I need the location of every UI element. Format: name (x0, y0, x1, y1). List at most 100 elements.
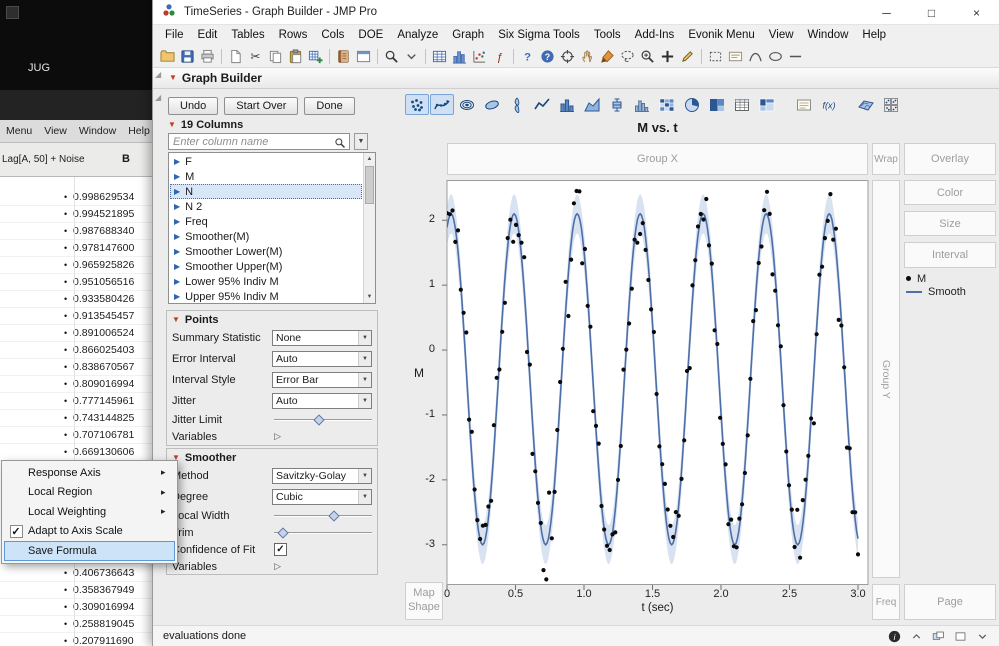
jitter-select[interactable]: Auto ▼ (272, 392, 372, 409)
y-axis-title[interactable]: M (414, 366, 424, 380)
column-item-m[interactable]: ▶ M (170, 169, 362, 184)
smoother-section-header[interactable]: ▼ Smoother (167, 449, 377, 465)
points-variables-disclosure[interactable]: ▷ (274, 431, 281, 442)
box-plot-element-icon[interactable] (605, 94, 629, 115)
new-page-icon[interactable] (226, 47, 245, 66)
menu-item-local-weighting[interactable]: Local Weighting ▸ (4, 502, 175, 522)
panel-grip-icon[interactable]: ◢ (155, 93, 161, 102)
annotate-plus-icon[interactable] (658, 47, 677, 66)
menu-item-adapt-to-axis-scale[interactable]: ✓ Adapt to Axis Scale (4, 522, 175, 542)
column-item-smoother-lower-m[interactable]: ▶ Smoother Lower(M) (170, 244, 362, 259)
menu-tools[interactable]: Tools (587, 25, 628, 45)
filter-dropdown-button[interactable]: ▼ (354, 133, 368, 150)
curve-tool-icon[interactable] (746, 47, 765, 66)
violin-element-icon[interactable] (505, 94, 529, 115)
table-row[interactable]: • 0.258819045 (0, 616, 152, 633)
columns-outline[interactable]: ▼ 19 Columns (168, 119, 243, 131)
column-item-lower-95-indiv-m[interactable]: ▶ Lower 95% Indiv M (170, 274, 362, 289)
heatmap-element-icon[interactable] (655, 94, 679, 115)
table-row[interactable]: • 0.777145961 (0, 393, 152, 410)
minimize-button[interactable]: ─ (864, 0, 909, 25)
distribution-icon[interactable] (450, 47, 469, 66)
display-box-icon[interactable] (954, 630, 967, 643)
slider-thumb[interactable] (313, 413, 325, 426)
start-over-button[interactable]: Start Over (224, 97, 299, 115)
grabber-icon[interactable] (578, 47, 597, 66)
contour-element-icon[interactable] (455, 94, 479, 115)
table-row[interactable]: • 0.406736643 (0, 565, 152, 582)
table-row[interactable]: • 0.951056516 (0, 274, 152, 291)
menu-doe[interactable]: DOE (351, 25, 390, 45)
drop-zone-overlay[interactable]: Overlay (904, 143, 996, 175)
table-row[interactable]: • 0.965925826 (0, 257, 152, 274)
bar-element-icon[interactable] (555, 94, 579, 115)
method-select[interactable]: Savitzky-Golay ▼ (272, 467, 372, 484)
print-icon[interactable] (198, 47, 217, 66)
menu-analyze[interactable]: Analyze (390, 25, 445, 45)
slider-thumb[interactable] (328, 509, 340, 522)
trim-slider[interactable] (274, 526, 372, 539)
local-width-slider[interactable] (274, 509, 372, 522)
table-row[interactable]: • 0.978147600 (0, 240, 152, 257)
table-row[interactable]: • 0.743144825 (0, 410, 152, 427)
table-row[interactable]: • 0.998629534 (0, 189, 152, 206)
column-filter-input[interactable] (168, 133, 350, 150)
menu-tables[interactable]: Tables (224, 25, 271, 45)
lasso-icon[interactable] (618, 47, 637, 66)
points-element-icon[interactable] (405, 94, 429, 115)
menu-evonik-menu[interactable]: Evonik Menu (681, 25, 761, 45)
drop-zone-size[interactable]: Size (904, 211, 996, 236)
menu-edit[interactable]: Edit (191, 25, 225, 45)
open-icon[interactable] (158, 47, 177, 66)
menu-item-response-axis[interactable]: Response Axis ▸ (4, 463, 175, 483)
scrollbar[interactable]: ▲ ▼ (363, 153, 375, 303)
menu-file[interactable]: File (158, 25, 191, 45)
red-triangle-icon[interactable]: ▼ (169, 74, 177, 82)
close-button[interactable]: × (954, 0, 999, 25)
menu-graph[interactable]: Graph (445, 25, 491, 45)
mosaic-element-icon[interactable] (755, 94, 779, 115)
scroll-up-icon[interactable]: ▲ (364, 153, 375, 165)
column-item-n-2[interactable]: ▶ N 2 (170, 199, 362, 214)
menu-help[interactable]: Help (855, 25, 893, 45)
x-axis-title[interactable]: t (sec) (447, 602, 868, 614)
line-tool-icon[interactable] (786, 47, 805, 66)
area-element-icon[interactable] (580, 94, 604, 115)
data-table-icon[interactable] (430, 47, 449, 66)
column-item-f[interactable]: ▶ F (170, 154, 362, 169)
magnifier-icon[interactable] (638, 47, 657, 66)
table-row[interactable]: • 0.358367949 (0, 582, 152, 599)
checkbox-checked-icon[interactable]: ✓ (9, 524, 23, 538)
info-icon[interactable]: i (888, 630, 901, 643)
drop-zone-group-x[interactable]: Group X (447, 143, 868, 175)
table-row[interactable]: • 0.838670567 (0, 359, 152, 376)
points-section-header[interactable]: ▼ Points (167, 311, 377, 327)
table-row[interactable]: • 0.207911690 (0, 633, 152, 646)
summary-statistic-select[interactable]: None ▼ (272, 329, 372, 346)
drop-zone-interval[interactable]: Interval (904, 242, 996, 268)
jitter-limit-slider[interactable] (274, 413, 372, 426)
question-icon[interactable]: ? (538, 47, 557, 66)
windows-icon[interactable] (932, 630, 945, 643)
treemap-element-icon[interactable] (705, 94, 729, 115)
bg-menu-menu[interactable]: Menu (0, 125, 38, 137)
crosshair-icon[interactable] (558, 47, 577, 66)
caption-box-element-icon[interactable] (792, 94, 816, 115)
ellipse-element-icon[interactable] (480, 94, 504, 115)
bg-menu-view[interactable]: View (38, 125, 73, 137)
column-item-freq[interactable]: ▶ Freq (170, 214, 362, 229)
panel-grip-icon[interactable]: ◢ (155, 70, 161, 79)
column-header-lag[interactable]: Lag[A, 50] + Noise (2, 154, 85, 165)
table-row[interactable]: • 0.994521895 (0, 206, 152, 223)
search-dropdown-icon[interactable] (402, 47, 421, 66)
drop-zone-wrap[interactable]: Wrap (872, 143, 900, 175)
bg-menu-help[interactable]: Help (122, 125, 156, 137)
histogram-element-icon[interactable] (630, 94, 654, 115)
menu-item-save-formula[interactable]: Save Formula (4, 541, 175, 561)
degree-select[interactable]: Cubic ▼ (272, 488, 372, 505)
formula-element-icon[interactable]: f(x) (817, 94, 841, 115)
brush-icon[interactable] (598, 47, 617, 66)
menu-window[interactable]: Window (801, 25, 856, 45)
menu-six-sigma-tools[interactable]: Six Sigma Tools (491, 25, 587, 45)
graph-platform-icon[interactable] (470, 47, 489, 66)
